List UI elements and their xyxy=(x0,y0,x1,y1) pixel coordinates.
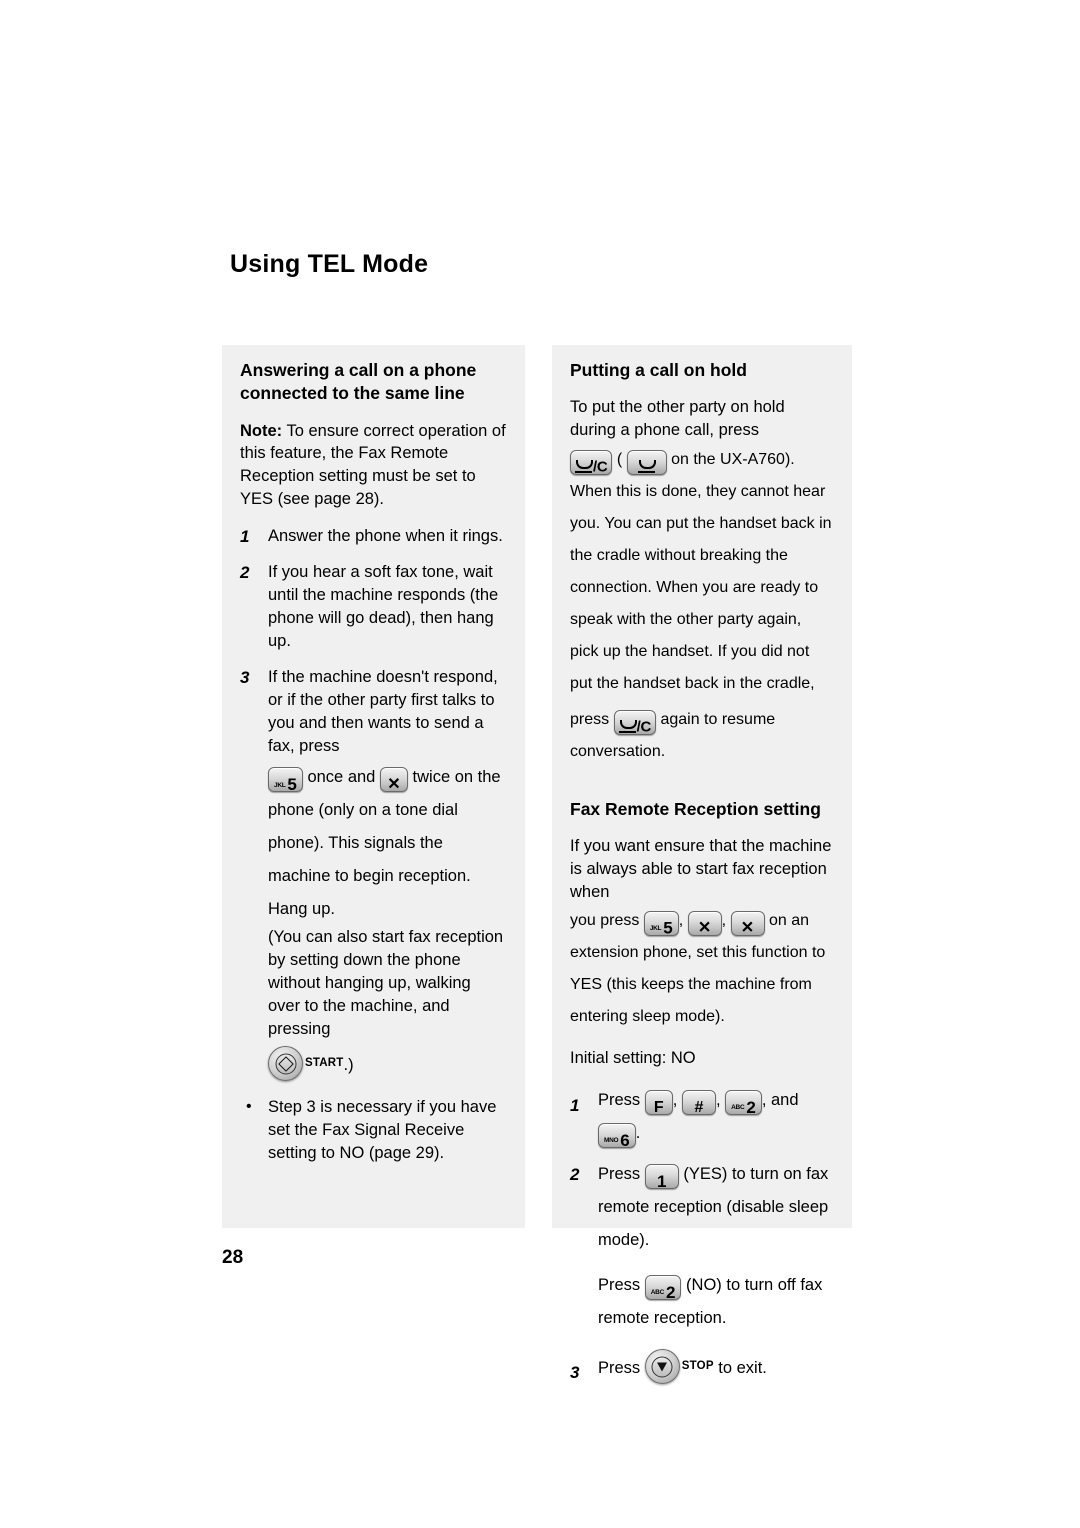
step-3-paren-text: (You can also start fax reception by set… xyxy=(268,928,504,1038)
key-5-jkl[interactable]: JKL 5 xyxy=(268,767,303,795)
remote-comma-1: , xyxy=(678,912,684,930)
cradle-icon xyxy=(618,719,637,734)
step-number: 2 xyxy=(240,563,250,583)
start-button-label: START xyxy=(305,1057,344,1070)
step-number: 1 xyxy=(240,526,250,546)
left-step-2: 2 If you hear a soft fax tone, wait unti… xyxy=(240,561,507,652)
page-title: Using TEL Mode xyxy=(230,250,429,278)
key-6-mno[interactable]: MNO 6 xyxy=(598,1123,636,1150)
hold-section-heading: Putting a call on hold xyxy=(570,360,747,380)
remote-intro: If you want ensure that the machine is a… xyxy=(570,837,832,901)
remote-step-2: 2 Press 1 (YES) to turn on fax remote re… xyxy=(570,1158,834,1335)
left-step-1: 1 Answer the phone when it rings. xyxy=(240,525,507,548)
comma: , xyxy=(715,1091,721,1110)
remote-step-1: 1 Press F, #, ABC 2, and MNO 6. xyxy=(570,1084,834,1150)
hold-key-line: /C ( on the UX-A760). When this is done,… xyxy=(570,444,834,700)
remote-step-2-line: Press 1 (YES) to turn on fax remote rece… xyxy=(598,1158,834,1257)
hold-text-2: on the UX-A760). When this is done, they… xyxy=(570,450,832,692)
note-paragraph: Note: To ensure correct operation of thi… xyxy=(240,420,507,511)
note-label: Note: xyxy=(240,421,283,440)
hold-clear-key[interactable]: /C xyxy=(570,449,613,475)
hold-text-3: press xyxy=(570,710,610,728)
step-text: If you hear a soft fax tone, wait until … xyxy=(268,563,499,650)
step-3-start-line: START.) xyxy=(268,1046,507,1082)
start-button-icon[interactable] xyxy=(268,1046,303,1082)
step-3-text-mid: once and xyxy=(307,768,376,787)
hold-paren-open: ( xyxy=(616,450,623,468)
left-section-heading: Answering a call on a phone connected to… xyxy=(240,360,477,404)
step-3-text: to exit. xyxy=(718,1359,767,1378)
step-3-paren-close: .) xyxy=(343,1056,354,1075)
left-column-panel: Answering a call on a phone connected to… xyxy=(222,345,525,1228)
initial-setting-text: Initial setting: NO xyxy=(570,1049,696,1068)
remote-step-2-sub-line: Press ABC 2 (NO) to turn off fax remote r… xyxy=(598,1269,834,1335)
comma: , xyxy=(672,1091,678,1110)
key-5-jkl[interactable]: JKL 5 xyxy=(643,911,679,938)
left-bullet-note: • Step 3 is necessary if you have set th… xyxy=(240,1096,507,1164)
step-number: 2 xyxy=(570,1165,580,1185)
remote-step-3: 3 Press STOP to exit. xyxy=(570,1349,834,1385)
left-step-3: 3 If the machine doesn't respond, or if … xyxy=(240,666,507,1082)
step-press-label: Press xyxy=(598,1091,641,1110)
step-number: 3 xyxy=(570,1363,580,1383)
key-asterisk[interactable]: ✕ xyxy=(687,911,722,937)
document-page: Using TEL Mode Answering a call on a pho… xyxy=(0,0,1080,1528)
and-label: , and xyxy=(761,1091,799,1110)
step-press-label: Press xyxy=(598,1165,641,1184)
hold-key[interactable] xyxy=(626,449,667,475)
stop-button-label: STOP xyxy=(681,1360,714,1373)
cradle-icon xyxy=(575,459,593,474)
hold-clear-key[interactable]: /C xyxy=(613,709,656,735)
page-number: 28 xyxy=(222,1247,244,1268)
cradle-icon xyxy=(637,459,656,474)
bullet-text: Step 3 is necessary if you have set the … xyxy=(268,1098,497,1162)
key-2-abc[interactable]: ABC 2 xyxy=(725,1090,762,1117)
remote-key-line: you press JKL 5, ✕, ✕ on an extension pho… xyxy=(570,905,834,1033)
right-column-panel: Putting a call on hold To put the other … xyxy=(552,345,852,1385)
stop-button-icon[interactable] xyxy=(644,1349,680,1385)
key-asterisk[interactable]: ✕ xyxy=(730,911,765,937)
key-hash[interactable]: # xyxy=(681,1090,716,1116)
step-text-lead: If the machine doesn't respond, or if th… xyxy=(268,668,498,755)
key-1[interactable]: 1 xyxy=(644,1164,679,1191)
key-function[interactable]: F xyxy=(644,1090,673,1116)
period: . xyxy=(635,1124,641,1143)
hold-resume-line: press /C again to resume conversation. xyxy=(570,704,834,768)
remote-comma-2: , xyxy=(721,912,727,930)
sub-press-label: Press xyxy=(598,1276,641,1295)
remote-press-label: you press xyxy=(570,912,640,930)
key-asterisk[interactable]: ✕ xyxy=(379,767,408,794)
key-2-abc[interactable]: ABC 2 xyxy=(644,1275,682,1302)
step-text: Answer the phone when it rings. xyxy=(268,526,503,545)
bullet-marker: • xyxy=(246,1098,252,1116)
step-press-label: Press xyxy=(598,1359,641,1378)
remote-section-heading: Fax Remote Reception setting xyxy=(570,798,821,819)
step-3-key-line: JKL 5 once and ✕ twice on the phone (only… xyxy=(268,761,507,926)
step-number: 1 xyxy=(570,1096,580,1116)
step-number: 3 xyxy=(240,668,250,688)
hold-text-1: To put the other party on hold during a … xyxy=(570,398,785,440)
